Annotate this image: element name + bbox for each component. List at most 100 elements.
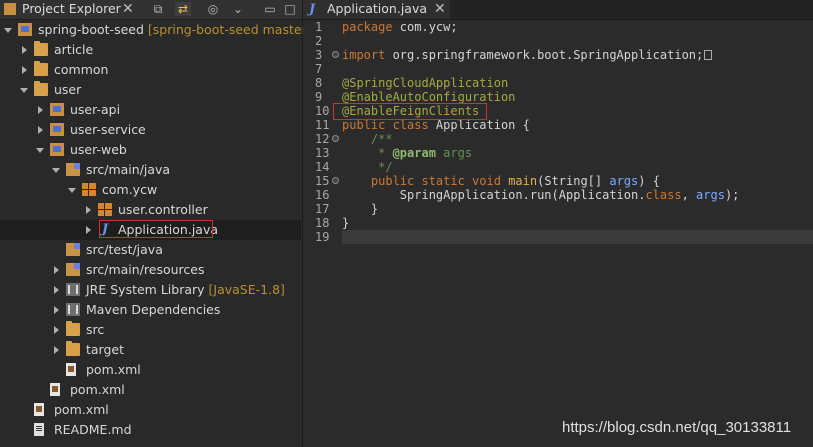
editor-tab-bar: J Application.java ✕: [303, 0, 813, 20]
tree-item-label: user-web: [70, 142, 127, 157]
chevron-down-icon[interactable]: [68, 188, 76, 193]
code-line: package com.ycw;: [342, 20, 458, 34]
code-line: @SpringCloudApplication: [342, 76, 508, 90]
chevron-down-icon[interactable]: [36, 148, 44, 153]
tree-item[interactable]: src: [0, 320, 301, 340]
tree-item[interactable]: src/main/java: [0, 160, 301, 180]
close-icon[interactable]: ✕: [434, 0, 446, 18]
fold-toggle-icon[interactable]: [332, 135, 339, 142]
tree-item[interactable]: user: [0, 80, 301, 100]
chevron-down-icon[interactable]: [52, 168, 60, 173]
tree-item[interactable]: user-api: [0, 100, 301, 120]
tree-item[interactable]: pom.xml: [0, 400, 301, 420]
tree-item[interactable]: common: [0, 60, 301, 80]
fold-toggle-icon[interactable]: [332, 177, 339, 184]
tree-item[interactable]: Maven Dependencies: [0, 300, 301, 320]
project-folder-icon: [34, 41, 48, 56]
tree-item-label: com.ycw: [102, 182, 158, 197]
fold-toggle-icon[interactable]: [332, 51, 339, 58]
tree-item[interactable]: src/test/java: [0, 240, 301, 260]
folder-icon: [66, 341, 80, 356]
chevron-right-icon[interactable]: [54, 326, 59, 334]
tree-item-label: user.controller: [118, 202, 208, 217]
tree-item-label: user-service: [70, 122, 146, 137]
project-explorer-header: Project Explorer ✕ ⧉ ⇄ ◎ ⌄ ▭ □: [0, 0, 302, 20]
chevron-right-icon[interactable]: [38, 126, 43, 134]
code-token: SpringApplication.: [342, 188, 530, 202]
code-token: );: [724, 188, 740, 202]
code-token: *: [378, 146, 393, 160]
tree-item[interactable]: pom.xml: [0, 380, 301, 400]
source-folder-icon: [66, 163, 80, 176]
code-token: @param: [392, 146, 436, 160]
code-token: */: [378, 160, 393, 174]
code-token: class: [645, 188, 682, 202]
tree-item[interactable]: user.controller: [0, 200, 301, 220]
tree-item[interactable]: pom.xml: [0, 360, 301, 380]
chevron-right-icon[interactable]: [54, 306, 59, 314]
selection-highlight-box: [99, 220, 213, 238]
code-token: com.ycw;: [399, 20, 458, 34]
code-line: * @param args: [342, 146, 472, 160]
tree-item[interactable]: README.md: [0, 420, 301, 440]
maximize-icon[interactable]: □: [282, 2, 298, 16]
code-line: import org.springframework.boot.SpringAp…: [342, 48, 713, 62]
tree-item[interactable]: article: [0, 40, 301, 60]
link-with-editor-icon[interactable]: ⇄: [175, 2, 191, 16]
chevron-right-icon[interactable]: [38, 106, 43, 114]
code-token: args: [435, 146, 473, 160]
tree-item-decoration: [JavaSE-1.8]: [204, 282, 285, 297]
close-icon[interactable]: ✕: [122, 0, 134, 18]
tree-item[interactable]: spring-boot-seed [spring-boot-seed maste…: [0, 20, 312, 40]
chevron-right-icon[interactable]: [86, 226, 91, 234]
focus-icon[interactable]: ◎: [205, 2, 221, 16]
chevron-right-icon[interactable]: [54, 286, 59, 294]
tree-item-label: pom.xml: [86, 362, 141, 377]
tree-item-label: common: [54, 62, 109, 77]
tree-item-label: user-api: [70, 102, 121, 117]
tree-item-label: article: [54, 42, 94, 57]
code-line: @EnableAutoConfiguration: [342, 90, 515, 104]
code-token: /**: [370, 132, 393, 146]
code-token: @EnableAutoConfiguration: [342, 90, 516, 104]
source-folder-icon: [66, 243, 80, 256]
chevron-down-icon[interactable]: [4, 28, 12, 33]
line-number: 19: [315, 230, 330, 244]
code-token: ,: [681, 188, 697, 202]
code-token: (String[]: [537, 174, 610, 188]
markdown-file-icon: [34, 423, 44, 436]
tree-item-label: README.md: [54, 422, 132, 437]
code-token: }: [342, 202, 379, 216]
tree-item[interactable]: target: [0, 340, 301, 360]
tree-item[interactable]: user-web: [0, 140, 301, 160]
editor-tab-application-java[interactable]: J Application.java ✕: [303, 0, 450, 19]
tree-item[interactable]: src/main/resources: [0, 260, 301, 280]
tree-item[interactable]: user-service: [0, 120, 301, 140]
chevron-right-icon[interactable]: [86, 206, 91, 214]
folded-imports-icon[interactable]: [704, 50, 713, 60]
tree-item-label: pom.xml: [70, 382, 125, 397]
project-explorer-title[interactable]: Project Explorer: [22, 1, 121, 16]
code-token: @SpringCloudApplication: [342, 76, 509, 90]
code-token: args: [696, 188, 725, 202]
code-token: args: [609, 174, 639, 188]
chevron-down-icon[interactable]: [20, 88, 28, 93]
line-number: 17: [315, 202, 330, 216]
tree-item[interactable]: com.ycw: [0, 180, 301, 200]
library-icon: [66, 303, 80, 316]
chevron-right-icon[interactable]: [22, 46, 27, 54]
chevron-right-icon[interactable]: [54, 346, 59, 354]
minimize-icon[interactable]: ▭: [262, 2, 278, 16]
chevron-right-icon[interactable]: [54, 266, 59, 274]
line-number: 1: [315, 20, 323, 34]
library-icon: [66, 283, 80, 296]
view-menu-icon[interactable]: ⌄: [230, 2, 246, 16]
tree-item[interactable]: JRE System Library [JavaSE-1.8]: [0, 280, 301, 300]
collapse-all-icon[interactable]: ⧉: [150, 2, 166, 16]
line-number: 16: [315, 188, 330, 202]
tree-item-label: src/main/resources: [86, 262, 205, 277]
project-icon: [18, 23, 32, 36]
chevron-right-icon[interactable]: [22, 66, 27, 74]
editor-tab-label: Application.java: [327, 1, 428, 16]
